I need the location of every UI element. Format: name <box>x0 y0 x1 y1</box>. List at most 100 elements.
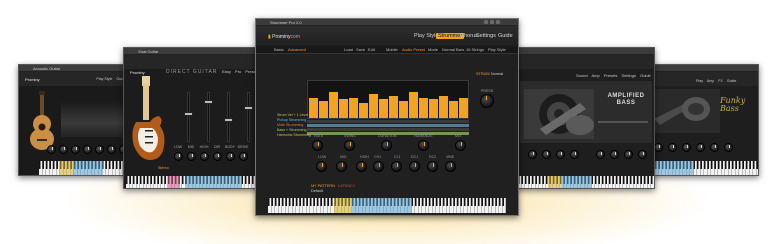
knob-extra[interactable] <box>638 150 647 159</box>
nav-presets[interactable]: Presets <box>604 73 618 78</box>
nav-play[interactable]: Play <box>696 79 703 83</box>
knob-low[interactable] <box>174 152 183 161</box>
keyboard[interactable] <box>126 176 262 188</box>
fader-handle[interactable] <box>184 112 193 116</box>
nav-amp[interactable]: Amp <box>591 73 599 78</box>
keyboard[interactable] <box>39 161 135 175</box>
velocity-step[interactable] <box>398 101 408 118</box>
knob-low[interactable] <box>654 143 663 152</box>
dc1-knob[interactable] <box>409 161 420 172</box>
velocity-step[interactable] <box>458 98 468 118</box>
velocity-step[interactable] <box>348 98 358 118</box>
mode-button[interactable]: Mode <box>428 47 438 52</box>
knob-high[interactable] <box>682 143 691 152</box>
knob-high[interactable] <box>71 145 80 154</box>
velocity-sequencer[interactable] <box>307 80 469 119</box>
nav-easy[interactable]: Easy <box>222 69 231 74</box>
knob-mid[interactable] <box>668 143 677 152</box>
knob-high[interactable] <box>556 150 565 159</box>
strings-button[interactable]: 16 Strings <box>466 47 484 52</box>
edit-button[interactable]: Edit <box>368 47 375 52</box>
nav-settings[interactable]: Settings <box>622 73 636 78</box>
velocity-step[interactable] <box>428 99 438 118</box>
knob-dir[interactable] <box>213 152 222 161</box>
nav-settings[interactable]: Settings <box>476 33 496 39</box>
knob-dl[interactable] <box>107 145 116 154</box>
fader-handle[interactable] <box>224 118 233 122</box>
velocity-step[interactable] <box>448 101 458 118</box>
keyboard[interactable] <box>648 161 758 175</box>
knob-cl[interactable] <box>95 145 104 154</box>
velocity-step[interactable] <box>438 96 448 118</box>
low-knob[interactable] <box>316 161 327 172</box>
load-button[interactable]: Load <box>344 47 353 52</box>
nav-play-style[interactable]: Play Style <box>414 33 438 39</box>
normal-bars-button[interactable]: Normal Bars <box>442 47 464 52</box>
knob-mid[interactable] <box>59 145 68 154</box>
knob-mid[interactable] <box>542 150 551 159</box>
velocity-step[interactable] <box>388 96 398 118</box>
tab-advanced[interactable]: Advanced <box>288 47 306 52</box>
nav-sound[interactable]: Sound <box>576 73 588 78</box>
knob-tone[interactable] <box>696 143 705 152</box>
window-titlebar[interactable] <box>646 65 758 72</box>
velocity-step[interactable] <box>328 92 338 118</box>
velocity-step[interactable] <box>368 94 378 118</box>
mix-knob[interactable] <box>455 140 466 151</box>
mid-knob[interactable] <box>336 161 347 172</box>
seq-row-label: Bass + Strumming <box>277 128 307 132</box>
sequencer-lane[interactable] <box>307 128 469 131</box>
humanize-knob[interactable] <box>418 140 429 151</box>
nav-pro[interactable]: Pro <box>235 69 241 74</box>
ch1-knob[interactable] <box>373 161 384 172</box>
knob-ch[interactable] <box>83 145 92 154</box>
sequencer-lane[interactable] <box>307 120 469 123</box>
fader-handle[interactable] <box>244 106 253 110</box>
window-titlebar[interactable]: Acoustic Guitar <box>19 65 135 72</box>
vibe-knob[interactable] <box>445 161 456 172</box>
knob-vol[interactable] <box>710 143 719 152</box>
nav-guide[interactable]: Guide <box>498 33 513 39</box>
window-titlebar[interactable] <box>516 48 654 55</box>
knob-low[interactable] <box>528 150 537 159</box>
keyboard[interactable] <box>518 176 654 188</box>
knob-tone[interactable] <box>596 150 605 159</box>
save-button[interactable]: Save <box>356 47 365 52</box>
nav-play-style[interactable]: Play Style <box>96 77 112 81</box>
cl1-knob[interactable] <box>391 161 402 172</box>
window-titlebar[interactable]: Strat Guitar <box>124 48 262 55</box>
nav-guide[interactable]: Guide <box>640 73 651 78</box>
knob-extra[interactable] <box>724 143 733 152</box>
velocity-step[interactable] <box>408 92 418 118</box>
velocity-step[interactable] <box>358 103 368 118</box>
window-titlebar[interactable]: Strummer Pro 2.0 <box>256 19 518 26</box>
high-knob[interactable] <box>356 161 367 172</box>
fader-handle[interactable] <box>204 100 213 104</box>
knob-drive[interactable] <box>570 150 579 159</box>
knob-extra[interactable] <box>624 150 633 159</box>
velocity-step[interactable] <box>378 99 388 118</box>
audio-preset-button[interactable]: Audio Preset <box>402 47 425 52</box>
nav-guide[interactable]: Guide <box>727 79 737 83</box>
mobile-button[interactable]: Mobile <box>386 47 398 52</box>
tab-basic[interactable]: Basic <box>274 47 284 52</box>
rate-knob[interactable] <box>312 140 323 151</box>
knob-low[interactable] <box>47 145 56 154</box>
knob-high[interactable] <box>200 152 209 161</box>
press-knob[interactable] <box>480 94 494 108</box>
knob-body[interactable] <box>226 152 235 161</box>
velocity-step[interactable] <box>308 98 318 118</box>
velocity-step[interactable] <box>338 99 348 118</box>
nav-amp[interactable]: Amp <box>707 79 714 83</box>
velocity-step[interactable] <box>318 101 328 118</box>
velocity-step[interactable] <box>418 98 428 118</box>
duration-knob[interactable] <box>381 140 392 151</box>
knob-vol[interactable] <box>610 150 619 159</box>
knob-mid[interactable] <box>187 152 196 161</box>
play-style-button[interactable]: Play Style <box>488 47 506 52</box>
swing-knob[interactable] <box>344 140 355 151</box>
keyboard[interactable] <box>268 198 506 213</box>
knob-drive[interactable] <box>239 152 248 161</box>
dc2-knob[interactable] <box>427 161 438 172</box>
nav-fx[interactable]: FX <box>718 79 723 83</box>
